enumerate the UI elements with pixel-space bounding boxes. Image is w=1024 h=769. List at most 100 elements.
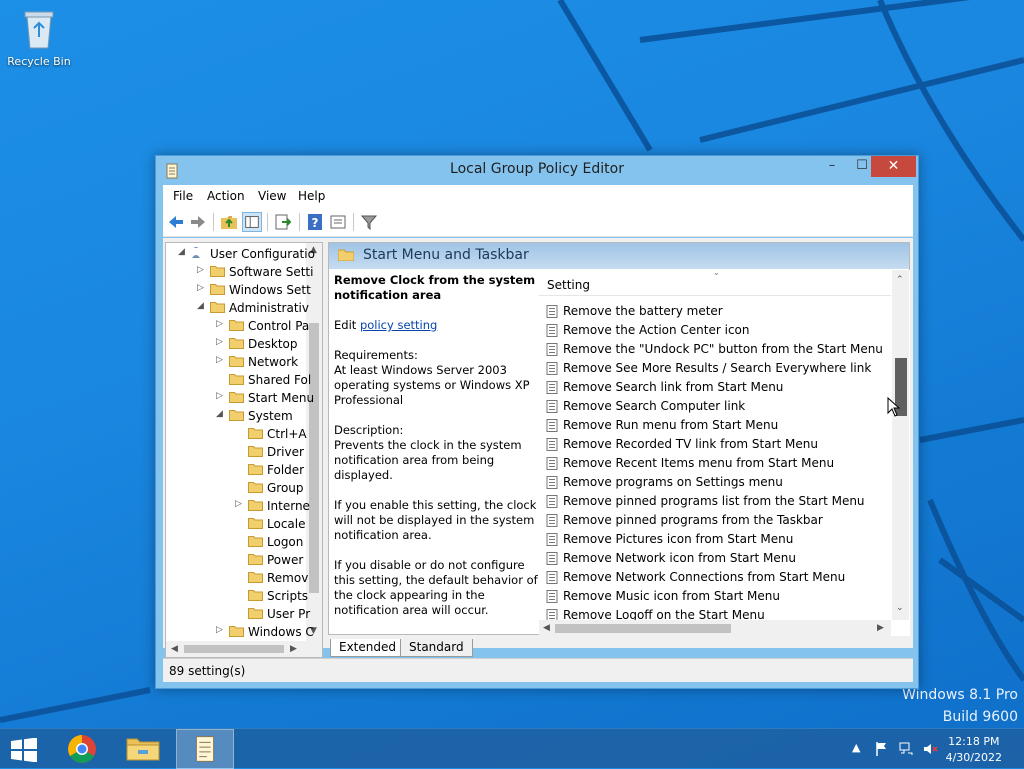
taskbar-clock[interactable]: 12:18 PM 4/30/2022	[946, 734, 1002, 766]
setting-row[interactable]: Remove pinned programs list from the Sta…	[539, 492, 891, 511]
back-arrow-icon[interactable]	[166, 212, 186, 232]
tree-collapsed-arrow-icon[interactable]: ▷	[216, 355, 226, 365]
list-vertical-scrollbar[interactable]: ⌃ ⌄	[892, 270, 909, 620]
menu-help[interactable]: Help	[298, 189, 325, 203]
tree-item[interactable]: Folder	[166, 461, 306, 479]
edit-policy-setting-link[interactable]: policy setting	[360, 318, 437, 332]
tree-expanded-arrow-icon[interactable]: ◢	[216, 409, 226, 419]
setting-row[interactable]: Remove See More Results / Search Everywh…	[539, 359, 891, 378]
scroll-right-arrow-icon[interactable]: ▶	[877, 623, 884, 633]
tree-item[interactable]: ◢ User Configuratio	[166, 245, 315, 263]
scroll-left-arrow-icon[interactable]: ◀	[543, 623, 550, 633]
tree-horizontal-scrollbar[interactable]: ◀ ▶	[166, 641, 322, 657]
tree-item[interactable]: ▷ Software Setti	[166, 263, 313, 281]
setting-row[interactable]: Remove Network icon from Start Menu	[539, 549, 891, 568]
tree-collapsed-arrow-icon[interactable]: ▷	[216, 337, 226, 347]
setting-row[interactable]: Remove Network Connections from Start Me…	[539, 568, 891, 587]
tree-expanded-arrow-icon[interactable]: ◢	[197, 301, 207, 311]
filter-icon[interactable]	[359, 212, 379, 232]
tree-item[interactable]: Power	[166, 551, 306, 569]
setting-row[interactable]: Remove Search link from Start Menu	[539, 378, 891, 397]
tree-item[interactable]: Ctrl+A	[166, 425, 307, 443]
tree-item[interactable]: ▷ Network	[166, 353, 306, 371]
tab-standard[interactable]: Standard	[400, 639, 473, 657]
scroll-right-arrow-icon[interactable]: ▶	[290, 644, 297, 654]
folder-icon	[248, 518, 263, 529]
setting-row[interactable]: Remove pinned programs from the Taskbar	[539, 511, 891, 530]
tree-hscroll-thumb[interactable]	[184, 645, 284, 653]
tree-collapsed-arrow-icon[interactable]: ▷	[197, 283, 207, 293]
tree-collapsed-arrow-icon[interactable]: ▷	[216, 625, 226, 635]
tree-item[interactable]: ▷ Windows Sett	[166, 281, 311, 299]
properties-icon[interactable]	[328, 212, 348, 232]
close-button[interactable]: ✕	[871, 156, 916, 177]
title-bar[interactable]: Local Group Policy Editor – ☐ ✕	[156, 156, 918, 185]
setting-row[interactable]: Remove programs on Settings menu	[539, 473, 891, 492]
tree-item-label: Interne	[267, 499, 310, 513]
menu-file[interactable]: File	[173, 189, 193, 203]
export-list-icon[interactable]	[273, 212, 293, 232]
tree-collapsed-arrow-icon[interactable]: ▷	[197, 265, 207, 275]
tree-expanded-arrow-icon[interactable]: ◢	[178, 247, 188, 257]
settings-list[interactable]: Setting ⌄ Remove the battery meter Remove…	[539, 268, 910, 636]
menu-action[interactable]: Action	[207, 189, 245, 203]
policy-editor-taskbar-icon[interactable]	[176, 729, 234, 769]
recycle-bin-desktop-icon[interactable]: Recycle Bin	[6, 6, 72, 68]
tree-item[interactable]: Driver	[166, 443, 306, 461]
setting-row[interactable]: Remove Search Computer link	[539, 397, 891, 416]
setting-row[interactable]: Remove the battery meter	[539, 302, 891, 321]
network-icon[interactable]	[898, 741, 914, 757]
list-horizontal-scrollbar[interactable]: ◀ ▶	[539, 620, 891, 636]
setting-name: Remove See More Results / Search Everywh…	[563, 361, 872, 375]
tree-collapsed-arrow-icon[interactable]: ▷	[216, 319, 226, 329]
tree-item[interactable]: ▷ Interne	[166, 497, 310, 515]
tree-item[interactable]: ▷ Desktop	[166, 335, 306, 353]
action-center-flag-icon[interactable]	[874, 741, 890, 757]
menu-view[interactable]: View	[258, 189, 286, 203]
setting-row[interactable]: Remove the Action Center icon	[539, 321, 891, 340]
tree-item[interactable]: Group	[166, 479, 306, 497]
setting-column-header[interactable]: Setting ⌄	[539, 268, 891, 296]
minimize-button[interactable]: –	[817, 156, 847, 177]
folder-icon	[229, 338, 244, 349]
navigation-tree[interactable]: ▲ ▼ ◀ ▶ ◢ User Configuratio ▷ Software Sett…	[165, 242, 323, 658]
tree-collapsed-arrow-icon[interactable]: ▷	[235, 499, 245, 509]
volume-muted-icon[interactable]	[922, 741, 938, 757]
setting-row[interactable]: Remove Pictures icon from Start Menu	[539, 530, 891, 549]
tree-item[interactable]: ◢ System	[166, 407, 306, 425]
windows-start-icon[interactable]	[10, 738, 38, 762]
forward-arrow-icon[interactable]	[188, 212, 208, 232]
tree-item[interactable]: User Pr	[166, 605, 310, 623]
tree-item[interactable]: ▷ Start Menu	[166, 389, 314, 407]
setting-name: Remove Pictures icon from Start Menu	[563, 532, 794, 546]
scroll-up-arrow-icon[interactable]: ⌃	[896, 275, 904, 285]
group-policy-editor-window[interactable]: Local Group Policy Editor – ☐ ✕ File Act…	[155, 155, 919, 689]
file-explorer-taskbar-icon[interactable]	[114, 729, 172, 769]
tree-item[interactable]: Scripts	[166, 587, 308, 605]
folder-icon	[248, 464, 263, 475]
setting-row[interactable]: Remove Run menu from Start Menu	[539, 416, 891, 435]
tree-item[interactable]: ▷ Control Pa	[166, 317, 309, 335]
show-hide-tree-icon[interactable]	[242, 212, 262, 232]
setting-row[interactable]: Remove the "Undock PC" button from the S…	[539, 340, 891, 359]
help-icon[interactable]: ?	[305, 212, 325, 232]
setting-row[interactable]: Remove Recent Items menu from Start Menu	[539, 454, 891, 473]
tree-item[interactable]: ▷ Windows C	[166, 623, 314, 641]
tree-item[interactable]: Logon	[166, 533, 306, 551]
scroll-left-arrow-icon[interactable]: ◀	[171, 644, 178, 654]
up-folder-icon[interactable]	[219, 212, 239, 232]
tab-extended[interactable]: Extended	[330, 639, 405, 657]
tree-collapsed-arrow-icon[interactable]: ▷	[216, 391, 226, 401]
list-hscroll-thumb[interactable]	[555, 624, 731, 633]
setting-row[interactable]: Remove Recorded TV link from Start Menu	[539, 435, 891, 454]
setting-row[interactable]: Remove Music icon from Start Menu	[539, 587, 891, 606]
tree-item-label: Windows Sett	[229, 283, 311, 297]
tree-item[interactable]: ◢ Administrativ	[166, 299, 309, 317]
tree-item[interactable]: Locale	[166, 515, 306, 533]
chrome-taskbar-icon[interactable]	[53, 729, 111, 769]
tree-scroll-thumb[interactable]	[309, 323, 319, 593]
show-hidden-icons-chevron-icon[interactable]: ▲	[852, 741, 868, 757]
scroll-down-arrow-icon[interactable]: ⌄	[896, 603, 904, 613]
tree-item[interactable]: Shared Fol	[166, 371, 311, 389]
tree-item[interactable]: Remov	[166, 569, 308, 587]
